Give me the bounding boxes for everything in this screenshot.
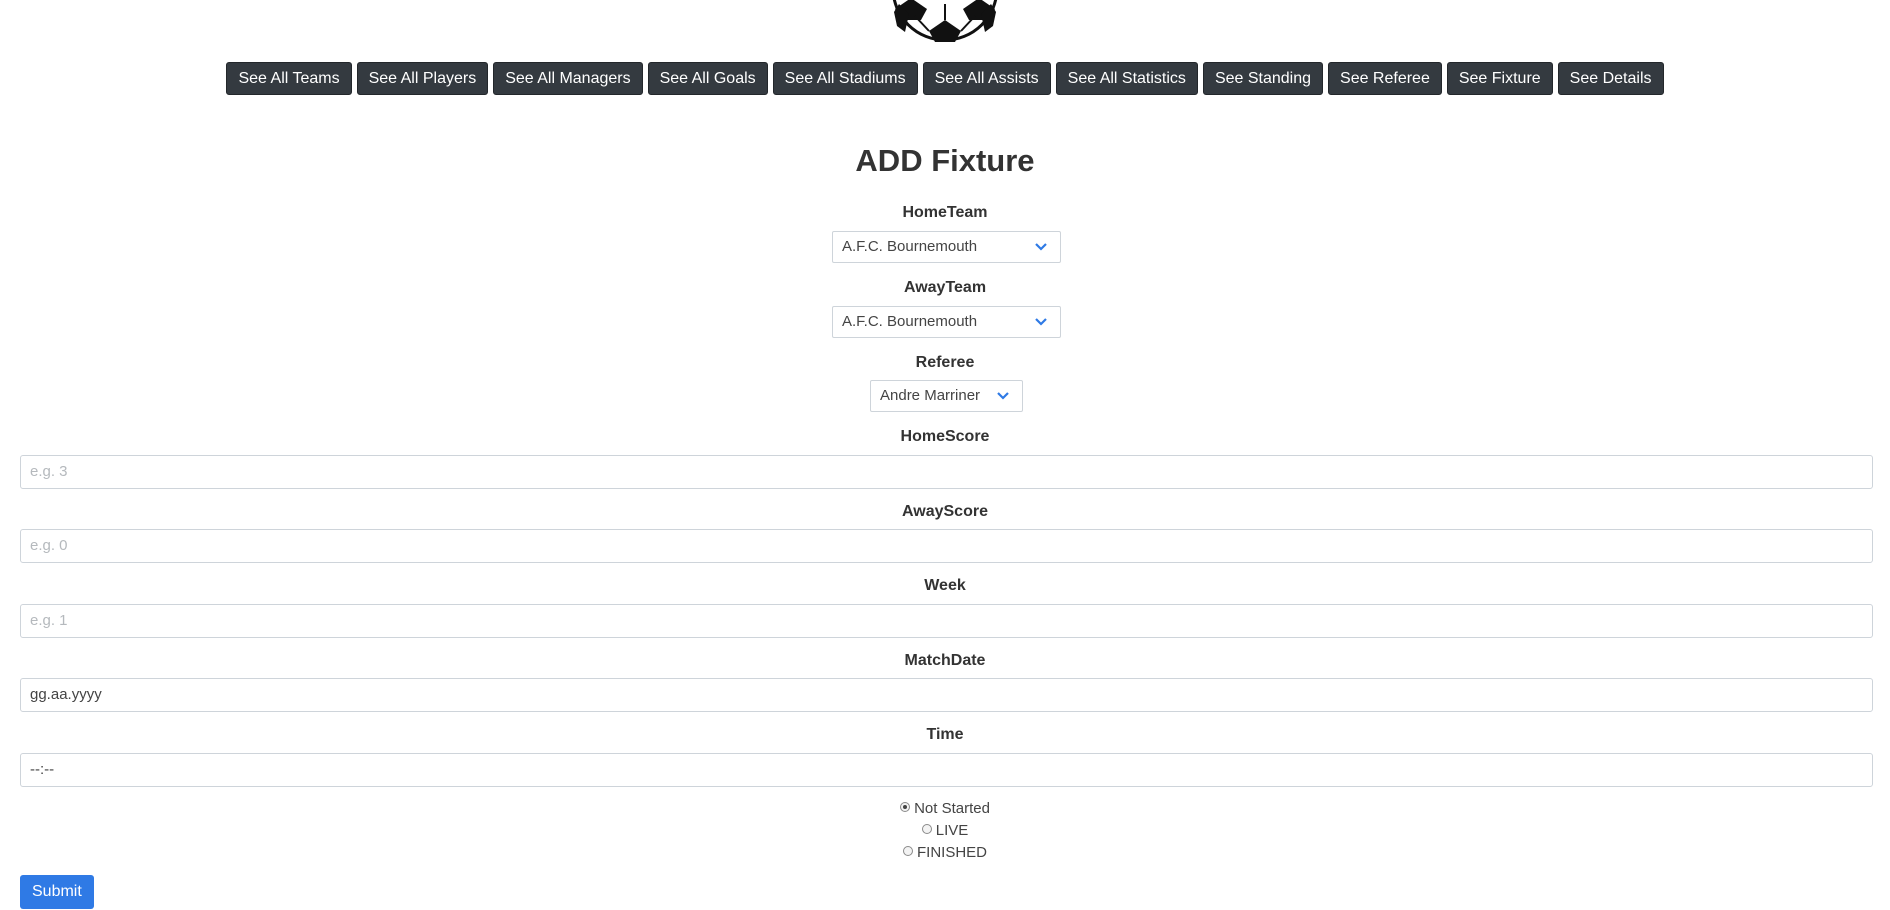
chevron-down-icon bbox=[1035, 243, 1047, 251]
referee-select[interactable]: Andre Marriner bbox=[870, 380, 1023, 412]
status-option-label: Not Started bbox=[914, 800, 990, 817]
match-date-input[interactable]: gg.aa.yyyy bbox=[20, 678, 1873, 712]
nav-see-referee-button[interactable]: See Referee bbox=[1328, 62, 1442, 95]
week-input[interactable]: e.g. 1 bbox=[20, 604, 1873, 638]
away-score-label: AwayScore bbox=[902, 503, 988, 520]
week-placeholder: e.g. 1 bbox=[30, 612, 68, 629]
away-team-value: A.F.C. Bournemouth bbox=[842, 313, 978, 330]
away-team-select[interactable]: A.F.C. Bournemouth bbox=[832, 306, 1061, 338]
nav-see-all-players-button[interactable]: See All Players bbox=[356, 62, 489, 95]
home-score-label: HomeScore bbox=[900, 428, 990, 445]
home-score-input[interactable]: e.g. 3 bbox=[20, 455, 1873, 489]
home-team-label: HomeTeam bbox=[902, 204, 988, 221]
top-nav: See All Teams See All Players See All Ma… bbox=[0, 62, 1890, 95]
home-score-placeholder: e.g. 3 bbox=[30, 463, 68, 480]
home-team-value: A.F.C. Bournemouth bbox=[842, 238, 978, 255]
nav-see-all-assists-button[interactable]: See All Assists bbox=[922, 62, 1051, 95]
away-score-placeholder: e.g. 0 bbox=[30, 537, 68, 554]
status-option-label: LIVE bbox=[935, 822, 969, 839]
referee-label: Referee bbox=[915, 354, 975, 371]
status-option-label: FINISHED bbox=[916, 844, 987, 861]
nav-see-all-statistics-button[interactable]: See All Statistics bbox=[1055, 62, 1198, 95]
away-score-input[interactable]: e.g. 0 bbox=[20, 529, 1873, 563]
chevron-down-icon bbox=[997, 392, 1009, 400]
home-team-select[interactable]: A.F.C. Bournemouth bbox=[832, 231, 1061, 263]
time-value: --:-- bbox=[30, 761, 55, 778]
week-label: Week bbox=[924, 577, 966, 594]
status-option-not-started[interactable]: Not Started bbox=[0, 799, 1890, 819]
nav-see-fixture-button[interactable]: See Fixture bbox=[1446, 62, 1553, 95]
submit-button[interactable]: Submit bbox=[20, 875, 94, 909]
nav-see-all-managers-button[interactable]: See All Managers bbox=[493, 62, 643, 95]
nav-see-all-stadiums-button[interactable]: See All Stadiums bbox=[772, 62, 918, 95]
status-option-live[interactable]: LIVE bbox=[0, 821, 1890, 841]
referee-value: Andre Marriner bbox=[880, 387, 981, 404]
radio-unchecked-icon[interactable] bbox=[902, 846, 913, 856]
nav-see-details-button[interactable]: See Details bbox=[1557, 62, 1664, 95]
page-title: ADD Fixture bbox=[855, 143, 1035, 178]
nav-see-all-teams-button[interactable]: See All Teams bbox=[226, 62, 352, 95]
time-label: Time bbox=[926, 726, 964, 743]
match-date-label: MatchDate bbox=[904, 652, 986, 669]
time-input[interactable]: --:-- bbox=[20, 753, 1873, 787]
away-team-label: AwayTeam bbox=[903, 279, 987, 296]
page: See All Teams See All Players See All Ma… bbox=[0, 0, 1890, 910]
status-option-finished[interactable]: FINISHED bbox=[0, 843, 1890, 863]
match-date-value: gg.aa.yyyy bbox=[30, 686, 102, 703]
radio-checked-icon[interactable] bbox=[900, 802, 911, 812]
soccer-ball-logo bbox=[891, 0, 999, 42]
chevron-down-icon bbox=[1035, 318, 1047, 326]
radio-unchecked-icon[interactable] bbox=[921, 824, 932, 834]
nav-see-all-goals-button[interactable]: See All Goals bbox=[647, 62, 768, 95]
nav-see-standing-button[interactable]: See Standing bbox=[1202, 62, 1324, 95]
